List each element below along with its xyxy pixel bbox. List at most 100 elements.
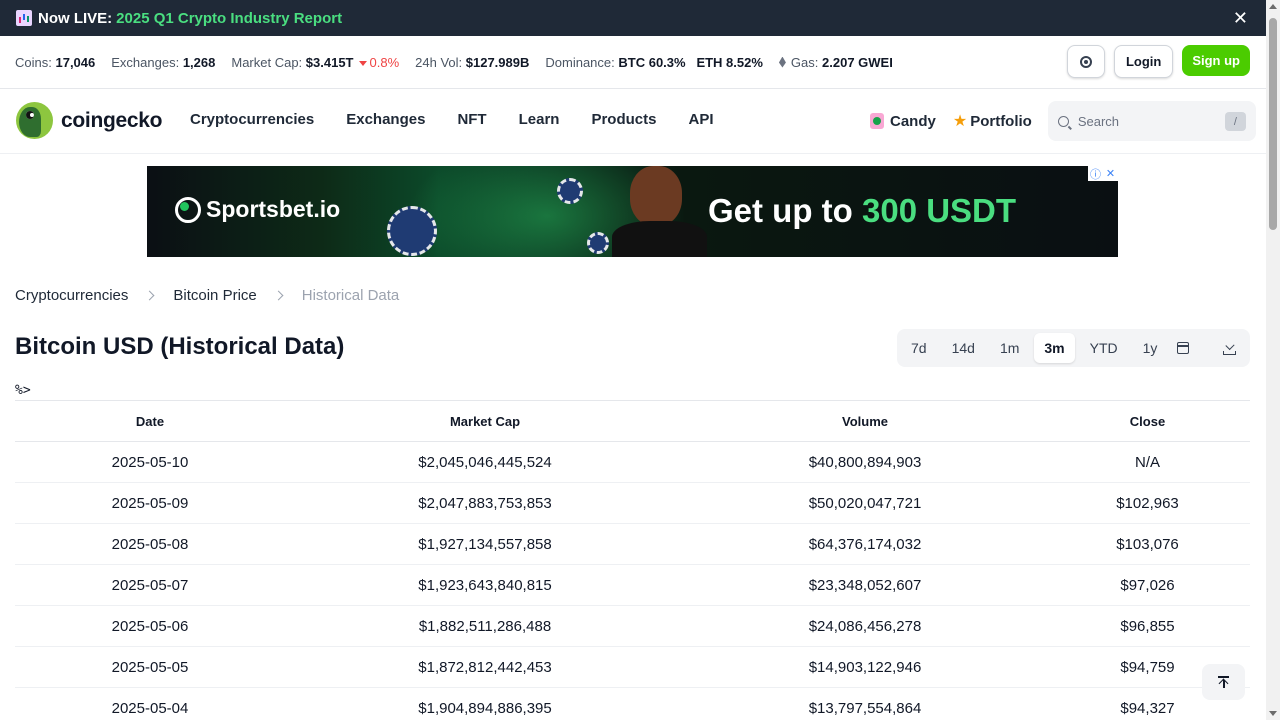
announcement-link[interactable]: 2025 Q1 Crypto Industry Report: [116, 10, 342, 27]
poker-chip-icon: [557, 178, 583, 204]
ad-person-head: [630, 166, 682, 226]
ad-choices: ⓘ ✕: [1088, 166, 1118, 181]
stat-value: $3.415T: [305, 54, 354, 70]
settings-button[interactable]: [1066, 45, 1105, 78]
table-row: 2025-05-04 $1,904,894,886,395 $13,797,55…: [15, 687, 1250, 720]
stat-value: 1,268: [182, 54, 216, 70]
close-icon[interactable]: ✕: [1103, 166, 1118, 181]
candy-link[interactable]: Candy: [870, 113, 936, 130]
column-header-date: Date: [15, 400, 285, 442]
range-7d-button[interactable]: 7d: [901, 333, 937, 363]
scroll-up-arrow-icon[interactable]: [1269, 4, 1277, 9]
cell-volume: $64,376,174,032: [685, 523, 1045, 565]
download-icon[interactable]: [1223, 342, 1237, 355]
signup-button[interactable]: Sign up: [1182, 45, 1250, 76]
search-shortcut-key: /: [1224, 112, 1246, 131]
table-row: 2025-05-10 $2,045,046,445,524 $40,800,89…: [15, 441, 1250, 483]
stat-coins[interactable]: Coins: 17,046: [15, 55, 95, 70]
cell-market-cap: $1,872,812,442,453: [285, 646, 685, 688]
stat-gas[interactable]: Gas: 2.207 GWEI: [778, 54, 893, 70]
cell-date: 2025-05-08: [15, 523, 285, 565]
stat-label: Exchanges:: [111, 54, 180, 70]
cell-date: 2025-05-06: [15, 605, 285, 647]
ad-tagline: Get up to 300 USDT: [708, 192, 1016, 230]
market-cap-change: 0.8%: [369, 54, 400, 70]
nav-link-products[interactable]: Products: [591, 111, 656, 128]
historical-data-table: Date Market Cap Volume Close 2025-05-10 …: [15, 400, 1250, 720]
range-ytd-button[interactable]: YTD: [1080, 333, 1128, 363]
main-nav: coingecko Cryptocurrencies Exchanges NFT…: [0, 89, 1266, 154]
stat-volume[interactable]: 24h Vol: $127.989B: [415, 55, 529, 70]
range-1y-button[interactable]: 1y: [1133, 333, 1168, 363]
cell-volume: $40,800,894,903: [685, 441, 1045, 483]
search-box[interactable]: /: [1047, 101, 1256, 141]
portfolio-link[interactable]: ★ Portfolio: [953, 111, 1032, 131]
ad-person-body: [612, 221, 707, 257]
arrow-stem: [1223, 680, 1225, 688]
close-icon[interactable]: ✕: [1233, 8, 1248, 29]
page: Now LIVE: 2025 Q1 Crypto Industry Report…: [0, 0, 1280, 720]
cell-volume: $13,797,554,864: [685, 687, 1045, 720]
coingecko-logo[interactable]: coingecko: [16, 102, 162, 139]
cell-close: $103,076: [1045, 523, 1250, 565]
breadcrumb-bitcoin-price[interactable]: Bitcoin Price: [173, 287, 256, 304]
gecko-logo-icon: [16, 102, 53, 139]
cell-close: $96,855: [1045, 605, 1250, 647]
nav-link-api[interactable]: API: [688, 111, 713, 128]
scrollbar-thumb[interactable]: [1269, 18, 1277, 230]
star-icon: ★: [952, 113, 968, 130]
range-1m-button[interactable]: 1m: [990, 333, 1029, 363]
range-3m-button[interactable]: 3m: [1034, 333, 1075, 363]
stat-value: 17,046: [55, 54, 96, 70]
page-title: Bitcoin USD (Historical Data): [15, 333, 345, 360]
account-actions: Login Sign up: [1066, 45, 1250, 78]
range-14d-button[interactable]: 14d: [942, 333, 985, 363]
ad-tagline-prefix: Get up to: [708, 192, 862, 229]
nav-link-learn[interactable]: Learn: [519, 111, 560, 128]
cell-market-cap: $1,923,643,840,815: [285, 564, 685, 606]
ethereum-icon: [778, 56, 786, 68]
nav-link-cryptocurrencies[interactable]: Cryptocurrencies: [190, 111, 314, 128]
search-input[interactable]: [1077, 113, 1218, 129]
page-scrollbar[interactable]: [1266, 0, 1280, 720]
ad-tagline-highlight: 300 USDT: [861, 192, 1017, 229]
cell-date: 2025-05-10: [15, 441, 285, 483]
announcement-bar: Now LIVE: 2025 Q1 Crypto Industry Report…: [0, 0, 1266, 36]
nav-right: Candy ★ Portfolio /: [870, 101, 1256, 141]
stat-dominance[interactable]: Dominance: BTC 60.3% ETH 8.52%: [545, 55, 763, 70]
calendar-icon[interactable]: [1177, 342, 1190, 354]
cell-date: 2025-05-05: [15, 646, 285, 688]
stat-value: $127.989B: [465, 54, 530, 70]
stray-text: %>: [15, 383, 31, 398]
column-header-close: Close: [1045, 400, 1250, 442]
scroll-down-arrow-icon[interactable]: [1269, 711, 1277, 716]
caret-down-icon: [358, 60, 367, 66]
poker-chip-icon: [587, 232, 609, 254]
gear-icon: [1079, 55, 1092, 68]
breadcrumb-cryptocurrencies[interactable]: Cryptocurrencies: [15, 287, 128, 304]
stat-market-cap[interactable]: Market Cap: $3.415T 0.8%: [231, 55, 399, 70]
cell-date: 2025-05-07: [15, 564, 285, 606]
login-button[interactable]: Login: [1113, 45, 1174, 78]
cell-volume: $24,086,456,278: [685, 605, 1045, 647]
cell-close: $102,963: [1045, 482, 1250, 524]
search-icon: [1057, 115, 1069, 127]
chart-icon: [16, 10, 32, 26]
nav-links: Cryptocurrencies Exchanges NFT Learn Pro…: [190, 111, 746, 128]
column-header-market-cap: Market Cap: [285, 400, 685, 442]
nav-link-nft[interactable]: NFT: [457, 111, 486, 128]
info-icon[interactable]: ⓘ: [1088, 166, 1103, 181]
stat-label: Gas:: [790, 54, 819, 70]
cell-close: $97,026: [1045, 564, 1250, 606]
dominance-btc: BTC 60.3%: [618, 54, 686, 70]
stat-exchanges[interactable]: Exchanges: 1,268: [111, 55, 215, 70]
time-range-selector: 7d 14d 1m 3m YTD 1y: [897, 329, 1250, 367]
stat-label: Market Cap:: [231, 54, 303, 70]
cell-market-cap: $1,904,894,886,395: [285, 687, 685, 720]
back-to-top-button[interactable]: [1202, 664, 1245, 700]
ad-banner[interactable]: Sportsbet.io Get up to 300 USDT ⓘ ✕: [147, 166, 1118, 257]
ad-brand-text: Sportsbet.io: [206, 196, 341, 222]
sportsbet-logo-icon: [175, 196, 201, 223]
cell-date: 2025-05-09: [15, 482, 285, 524]
nav-link-exchanges[interactable]: Exchanges: [346, 111, 425, 128]
